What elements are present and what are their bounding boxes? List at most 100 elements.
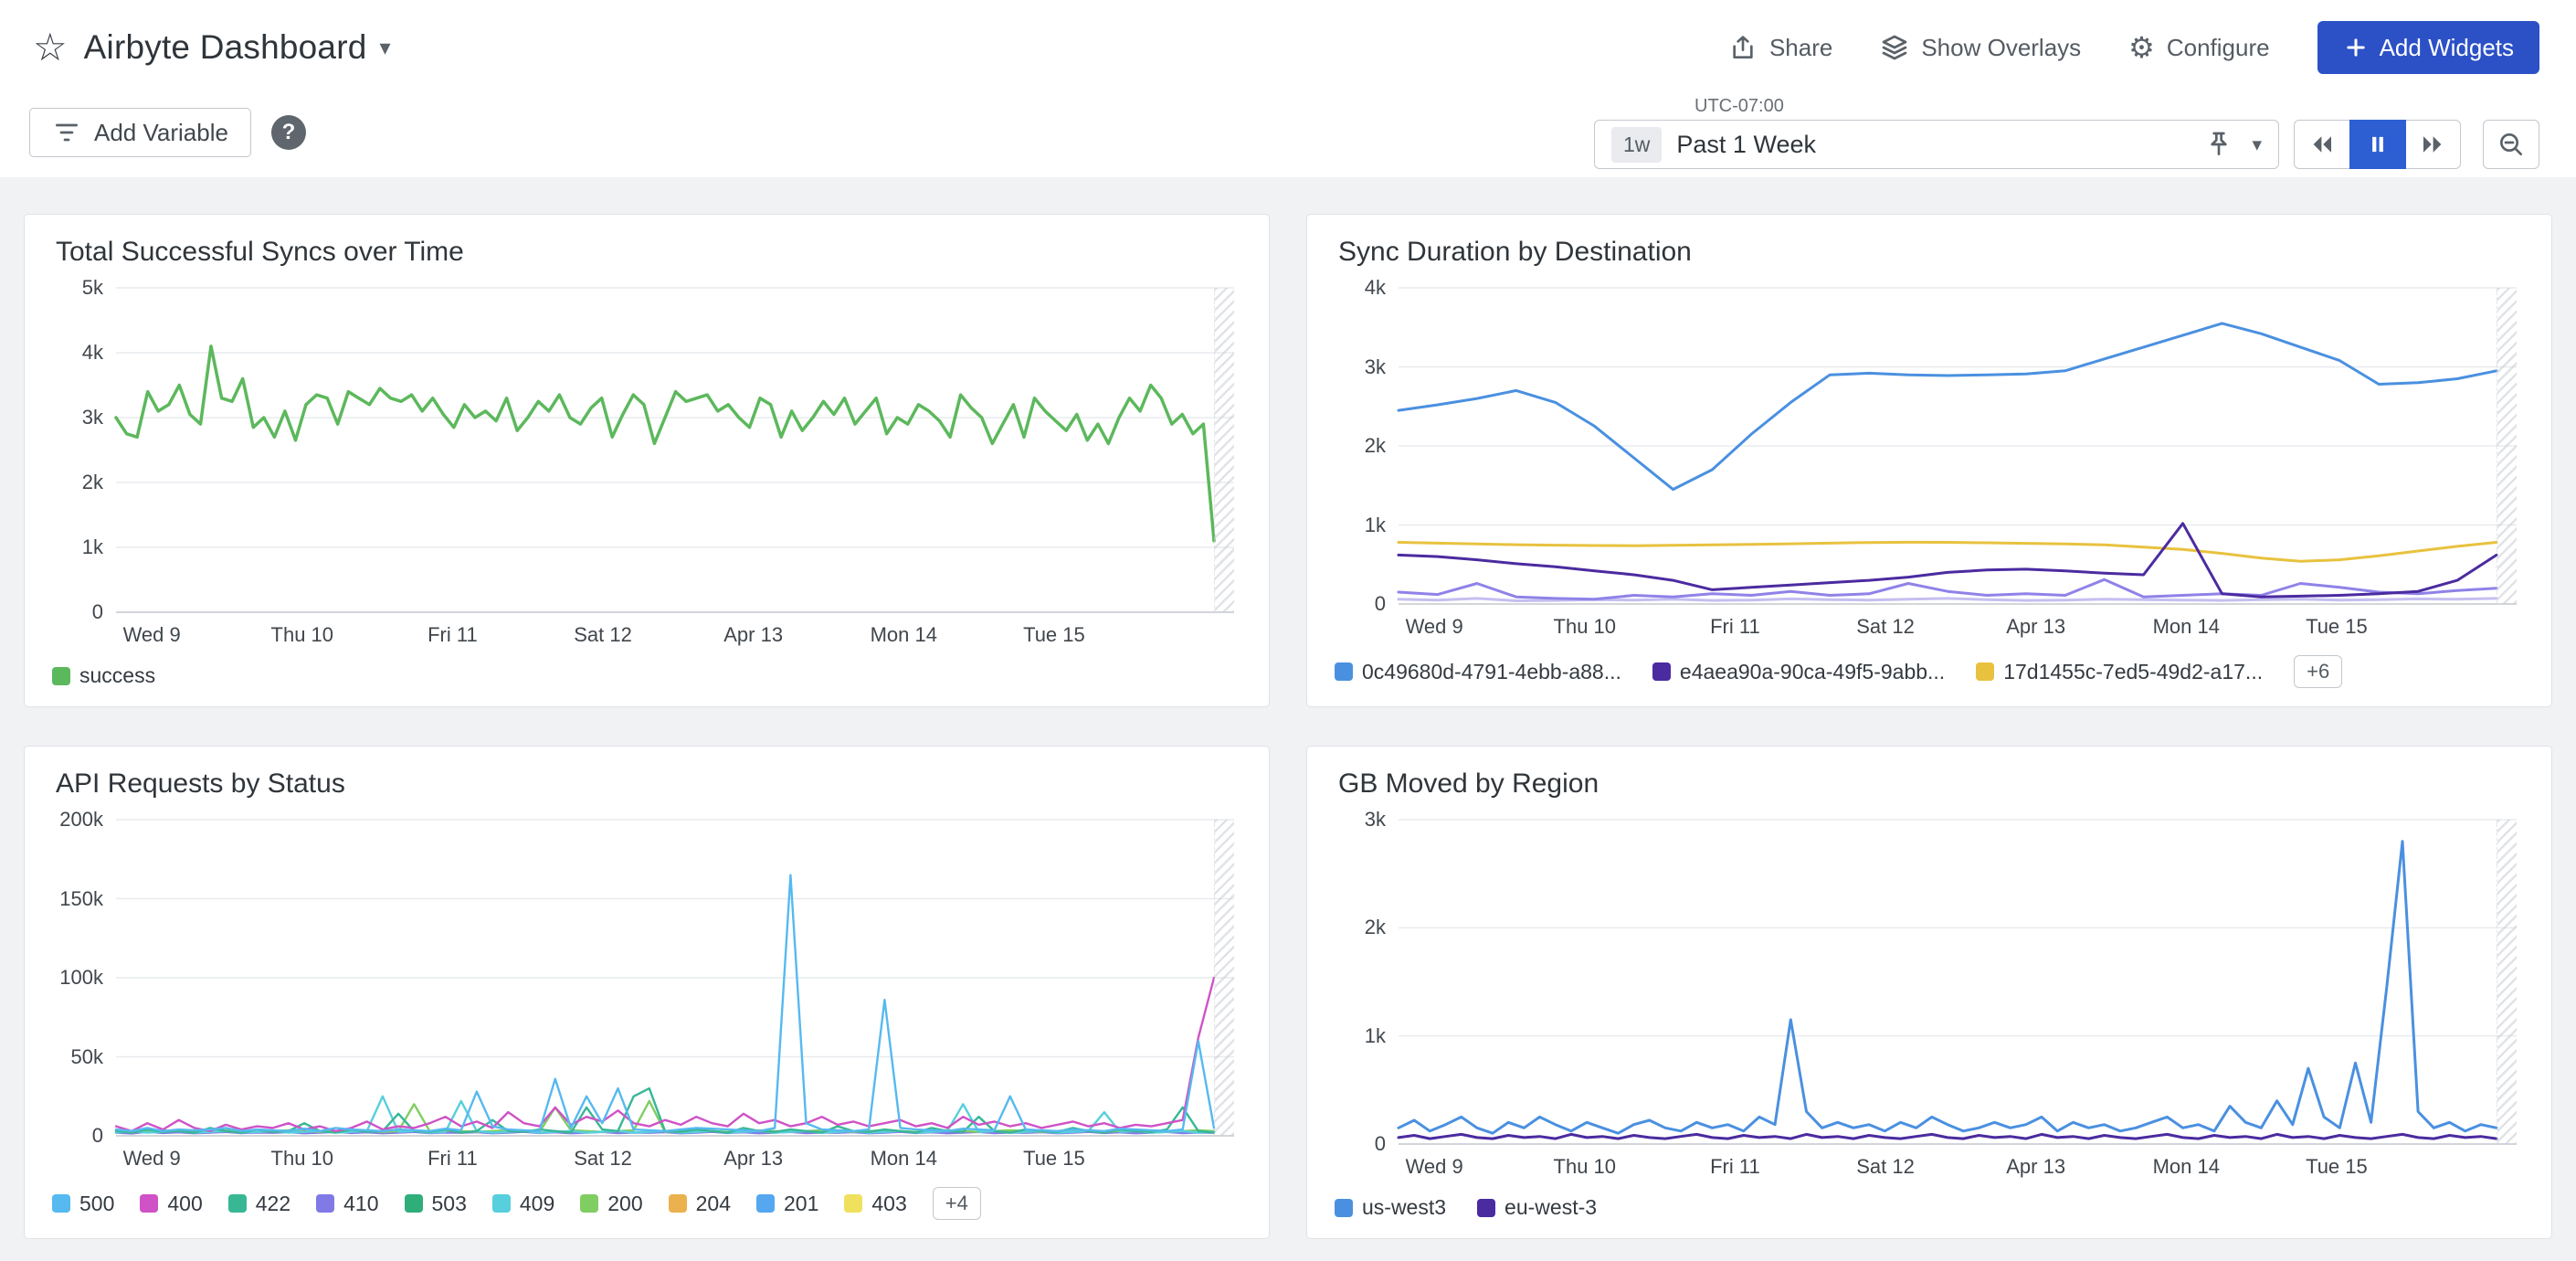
- configure-button[interactable]: ⚙ Configure: [2128, 33, 2269, 62]
- legend-swatch: [1652, 662, 1671, 681]
- x-tick-label: Fri 11: [1710, 1155, 1760, 1179]
- share-icon: [1728, 33, 1758, 62]
- legend-item[interactable]: us-west3: [1335, 1195, 1446, 1220]
- legend-label: e4aea90a-90ca-49f5-9abb...: [1680, 660, 1945, 684]
- chart-gb-moved[interactable]: 01k2k3k: [1320, 809, 2533, 1148]
- x-tick-label: Mon 14: [2153, 1155, 2220, 1179]
- legend-swatch: [844, 1194, 862, 1213]
- legend-label: 503: [432, 1192, 467, 1216]
- legend-swatch: [1976, 662, 1994, 681]
- legend-item[interactable]: 409: [492, 1192, 554, 1216]
- x-axis: Wed 9Thu 10Fri 11Sat 12Apr 13Mon 14Tue 1…: [1320, 1148, 2533, 1188]
- add-variable-label: Add Variable: [94, 119, 228, 147]
- legend: 500 400 422 410 503 409 200 204 201 403 …: [25, 1180, 1269, 1238]
- header-actions: Share Show Overlays ⚙ Configure Add Widg…: [1728, 21, 2539, 74]
- add-variable-button[interactable]: Add Variable: [29, 108, 251, 157]
- legend-item-success[interactable]: success: [52, 663, 155, 688]
- chart-total-successful-syncs[interactable]: 01k2k3k4k5k: [37, 277, 1251, 616]
- widget-total-successful-syncs: Total Successful Syncs over Time 01k2k3k…: [24, 214, 1270, 707]
- dashboard-content: Total Successful Syncs over Time 01k2k3k…: [0, 177, 2576, 1239]
- x-axis: Wed 9Thu 10Fri 11Sat 12Apr 13Mon 14Tue 1…: [37, 1139, 1251, 1180]
- chart-canvas[interactable]: [37, 809, 1251, 1139]
- x-tick-label: Mon 14: [2153, 615, 2220, 639]
- add-widgets-button[interactable]: Add Widgets: [2317, 21, 2539, 74]
- time-forward-button[interactable]: [2404, 120, 2461, 169]
- chart-sync-duration[interactable]: 01k2k3k4k: [1320, 277, 2533, 608]
- future-period-hatch: [2497, 288, 2517, 604]
- time-controls: 1w Past 1 Week ▾: [1594, 120, 2539, 169]
- x-tick-label: Sat 12: [574, 623, 632, 647]
- legend-label: success: [79, 663, 155, 688]
- x-tick-label: Thu 10: [271, 623, 334, 647]
- legend-item[interactable]: 204: [669, 1192, 731, 1216]
- legend-label: eu-west-3: [1504, 1195, 1597, 1220]
- chart-canvas[interactable]: [1320, 277, 2533, 608]
- time-range-label[interactable]: Past 1 Week: [1676, 131, 1816, 159]
- x-tick-label: Apr 13: [2006, 1155, 2065, 1179]
- legend-item[interactable]: 200: [580, 1192, 642, 1216]
- x-tick-label: Tue 15: [1023, 623, 1085, 647]
- legend-item[interactable]: 422: [228, 1192, 290, 1216]
- legend-item[interactable]: 17d1455c-7ed5-49d2-a17...: [1976, 660, 2263, 684]
- pause-icon: [2364, 131, 2391, 158]
- show-overlays-button[interactable]: Show Overlays: [1880, 33, 2081, 62]
- plus-icon: [2343, 35, 2369, 60]
- chart-canvas[interactable]: [37, 277, 1251, 616]
- favorite-star-icon[interactable]: ☆: [33, 28, 68, 67]
- time-back-button[interactable]: [2294, 120, 2350, 169]
- x-tick-label: Thu 10: [1554, 615, 1617, 639]
- time-range-badge[interactable]: 1w: [1611, 127, 1662, 163]
- legend-item[interactable]: 400: [140, 1192, 202, 1216]
- legend: 0c49680d-4791-4ebb-a88... e4aea90a-90ca-…: [1307, 648, 2551, 706]
- time-range-picker[interactable]: 1w Past 1 Week ▾: [1594, 120, 2279, 169]
- widget-sync-duration-by-destination: Sync Duration by Destination 01k2k3k4k W…: [1306, 214, 2552, 707]
- legend-more-badge[interactable]: +6: [2294, 655, 2342, 688]
- widget-title: GB Moved by Region: [1307, 747, 2551, 805]
- header-title-row: ☆ Airbyte Dashboard ▾ Share Show Overlay…: [0, 0, 2576, 95]
- legend-swatch: [405, 1194, 423, 1213]
- rewind-icon: [2308, 131, 2336, 158]
- share-button[interactable]: Share: [1728, 33, 1832, 62]
- picker-caret-down-icon[interactable]: ▾: [2252, 133, 2262, 156]
- x-tick-label: Thu 10: [1554, 1155, 1617, 1179]
- legend-swatch: [756, 1194, 775, 1213]
- legend-label: 17d1455c-7ed5-49d2-a17...: [2003, 660, 2263, 684]
- legend-label: 422: [256, 1192, 290, 1216]
- legend-swatch: [52, 1194, 70, 1213]
- legend-label: 201: [784, 1192, 818, 1216]
- x-tick-label: Tue 15: [2306, 615, 2368, 639]
- time-pause-button[interactable]: [2349, 120, 2406, 169]
- legend-item[interactable]: 503: [405, 1192, 467, 1216]
- pin-icon[interactable]: [2204, 130, 2233, 159]
- widget-title: Sync Duration by Destination: [1307, 215, 2551, 273]
- legend-item[interactable]: 500: [52, 1192, 114, 1216]
- legend-item[interactable]: 0c49680d-4791-4ebb-a88...: [1335, 660, 1621, 684]
- add-widgets-label: Add Widgets: [2380, 34, 2514, 62]
- page-title: Airbyte Dashboard: [84, 28, 367, 67]
- title-chevron-down-icon[interactable]: ▾: [380, 35, 391, 61]
- x-tick-label: Apr 13: [723, 1147, 783, 1171]
- legend-item[interactable]: 403: [844, 1192, 906, 1216]
- legend-item[interactable]: 201: [756, 1192, 818, 1216]
- legend-more-badge[interactable]: +4: [933, 1187, 981, 1220]
- legend-swatch: [492, 1194, 511, 1213]
- help-icon[interactable]: ?: [271, 115, 306, 150]
- legend-swatch: [1335, 1199, 1353, 1217]
- widget-api-requests-by-status: API Requests by Status 050k100k150k200k …: [24, 746, 1270, 1239]
- gear-icon: ⚙: [2128, 33, 2155, 62]
- legend-label: 204: [696, 1192, 731, 1216]
- zoom-out-button[interactable]: [2483, 120, 2539, 169]
- x-tick-label: Thu 10: [271, 1147, 334, 1171]
- x-tick-label: Apr 13: [723, 623, 783, 647]
- chart-api-requests[interactable]: 050k100k150k200k: [37, 809, 1251, 1139]
- legend: us-west3 eu-west-3: [1307, 1188, 2551, 1238]
- legend-label: 400: [167, 1192, 202, 1216]
- legend-label: 200: [607, 1192, 642, 1216]
- widget-grid: Total Successful Syncs over Time 01k2k3k…: [24, 214, 2552, 1239]
- legend-item[interactable]: eu-west-3: [1477, 1195, 1597, 1220]
- legend: success: [25, 656, 1269, 706]
- legend-item[interactable]: e4aea90a-90ca-49f5-9abb...: [1652, 660, 1945, 684]
- x-axis: Wed 9Thu 10Fri 11Sat 12Apr 13Mon 14Tue 1…: [1320, 608, 2533, 648]
- chart-canvas[interactable]: [1320, 809, 2533, 1148]
- legend-item[interactable]: 410: [316, 1192, 378, 1216]
